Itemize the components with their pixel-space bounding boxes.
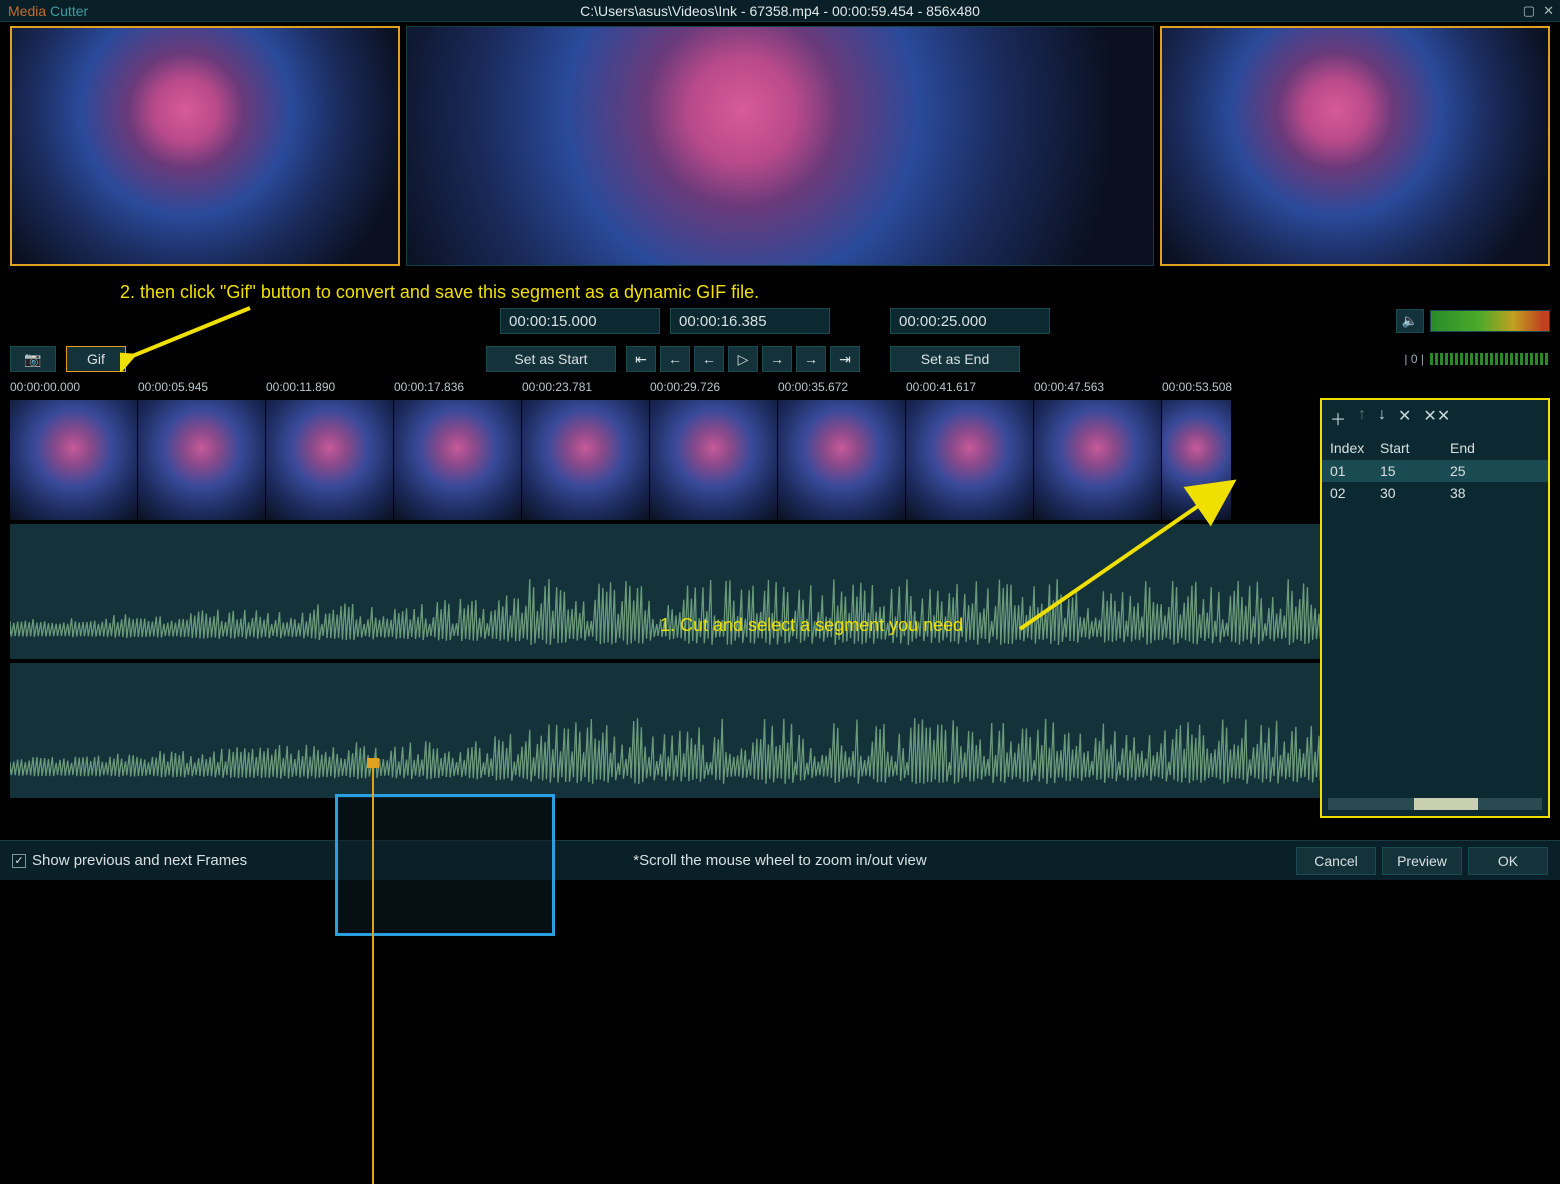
ruler-tick: 00:00:17.836 — [394, 380, 522, 398]
thumbnail-strip[interactable] — [10, 400, 1550, 520]
thumb — [650, 400, 778, 520]
ruler-tick: 00:00:23.781 — [522, 380, 650, 398]
preview-prev-frame — [10, 26, 400, 266]
timeline-ruler: 00:00:00.000 00:00:05.945 00:00:11.890 0… — [10, 380, 1550, 398]
thumb — [138, 400, 266, 520]
volume-meter — [1430, 310, 1550, 332]
current-time-field[interactable]: 00:00:16.385 — [670, 308, 830, 334]
footer-hint: *Scroll the mouse wheel to zoom in/out v… — [633, 852, 926, 869]
annotation-step2: 2. then click "Gif" button to convert an… — [120, 282, 759, 303]
level-label: | 0 | — [1404, 352, 1424, 366]
transport-group: ⇤ ← ← ▷ → → ⇥ — [626, 346, 860, 372]
ruler-tick: 00:00:47.563 — [1034, 380, 1162, 398]
checkbox-icon: ✓ — [12, 854, 26, 868]
move-up-button[interactable]: ↑ — [1358, 406, 1366, 430]
set-end-button[interactable]: Set as End — [890, 346, 1020, 372]
segment-scrollbar[interactable] — [1328, 798, 1542, 810]
step-fwd-button[interactable]: → — [762, 346, 792, 372]
thumb — [10, 400, 138, 520]
maximize-icon[interactable]: ▢ — [1523, 3, 1535, 19]
ruler-tick: 00:00:00.000 — [10, 380, 138, 398]
clear-segments-button[interactable]: ✕✕ — [1423, 406, 1450, 430]
selection-marker[interactable] — [335, 794, 555, 936]
step-back-far-button[interactable]: ← — [660, 346, 690, 372]
cancel-button[interactable]: Cancel — [1296, 847, 1376, 875]
annotation-arrow-2 — [120, 302, 260, 372]
cell-end: 38 — [1450, 485, 1510, 501]
preview-button[interactable]: Preview — [1382, 847, 1462, 875]
timeline[interactable]: 00:00:00.000 00:00:05.945 00:00:11.890 0… — [10, 380, 1550, 798]
ruler-tick: 00:00:41.617 — [906, 380, 1034, 398]
playhead[interactable] — [372, 764, 374, 1184]
segment-toolbar: ＋ ↑ ↓ ✕ ✕✕ — [1322, 400, 1548, 436]
thumb — [394, 400, 522, 520]
app-name-media: Media — [8, 3, 46, 19]
preview-row — [10, 26, 1550, 266]
volume-area: 🔈 — [1396, 309, 1550, 333]
window-controls: ▢ ✕ — [1523, 3, 1554, 19]
segment-row[interactable]: 02 30 38 — [1322, 482, 1548, 504]
app-name-cutter: Cutter — [46, 3, 88, 19]
segment-row[interactable]: 01 15 25 — [1322, 460, 1548, 482]
footer: ✓ Show previous and next Frames *Scroll … — [0, 840, 1560, 880]
checkbox-label: Show previous and next Frames — [32, 852, 247, 869]
waveform-left[interactable] — [10, 524, 1550, 659]
preview-current-frame — [406, 26, 1154, 266]
app-name: Media Cutter — [8, 3, 88, 19]
scrollbar-thumb[interactable] — [1414, 798, 1478, 810]
camera-icon: 📷 — [24, 351, 41, 368]
goto-end-button[interactable]: ⇥ — [830, 346, 860, 372]
step-fwd-far-button[interactable]: → — [796, 346, 826, 372]
window-title: C:\Users\asus\Videos\Ink - 67358.mp4 - 0… — [580, 3, 980, 19]
annotation-step1: 1. Cut and select a segment you need — [660, 615, 963, 636]
move-down-button[interactable]: ↓ — [1378, 406, 1386, 430]
level-bars — [1430, 353, 1550, 365]
col-end: End — [1450, 440, 1510, 456]
set-start-button[interactable]: Set as Start — [486, 346, 616, 372]
cell-end: 25 — [1450, 463, 1510, 479]
goto-start-button[interactable]: ⇤ — [626, 346, 656, 372]
start-time-field[interactable]: 00:00:15.000 — [500, 308, 660, 334]
level-indicator: | 0 | — [1404, 352, 1550, 366]
gif-button[interactable]: Gif — [66, 346, 126, 372]
delete-segment-button[interactable]: ✕ — [1398, 406, 1411, 430]
play-pause-button[interactable]: ▷ — [728, 346, 758, 372]
screenshot-button[interactable]: 📷 — [10, 346, 56, 372]
ruler-tick: 00:00:35.672 — [778, 380, 906, 398]
segment-panel: ＋ ↑ ↓ ✕ ✕✕ Index Start End 01 15 25 02 3… — [1320, 398, 1550, 818]
close-icon[interactable]: ✕ — [1543, 3, 1554, 19]
ruler-tick: 00:00:05.945 — [138, 380, 266, 398]
cell-index: 02 — [1330, 485, 1380, 501]
end-time-field[interactable]: 00:00:25.000 — [890, 308, 1050, 334]
cell-start: 30 — [1380, 485, 1450, 501]
cell-index: 01 — [1330, 463, 1380, 479]
thumb — [778, 400, 906, 520]
ruler-tick: 00:00:29.726 — [650, 380, 778, 398]
titlebar: Media Cutter C:\Users\asus\Videos\Ink - … — [0, 0, 1560, 22]
mute-button[interactable]: 🔈 — [1396, 309, 1424, 333]
col-start: Start — [1380, 440, 1450, 456]
waveform-right[interactable] — [10, 663, 1550, 798]
preview-next-frame — [1160, 26, 1550, 266]
add-segment-button[interactable]: ＋ — [1330, 406, 1346, 430]
cell-start: 15 — [1380, 463, 1450, 479]
thumb — [266, 400, 394, 520]
segment-headers: Index Start End — [1322, 436, 1548, 460]
footer-buttons: Cancel Preview OK — [1296, 847, 1548, 875]
thumb — [522, 400, 650, 520]
speaker-icon: 🔈 — [1402, 313, 1418, 329]
ok-button[interactable]: OK — [1468, 847, 1548, 875]
show-frames-checkbox[interactable]: ✓ Show previous and next Frames — [12, 852, 247, 869]
col-index: Index — [1330, 440, 1380, 456]
ruler-tick: 00:00:53.508 — [1162, 380, 1290, 398]
step-back-button[interactable]: ← — [694, 346, 724, 372]
ruler-tick: 00:00:11.890 — [266, 380, 394, 398]
annotation-arrow-1 — [1010, 474, 1250, 644]
